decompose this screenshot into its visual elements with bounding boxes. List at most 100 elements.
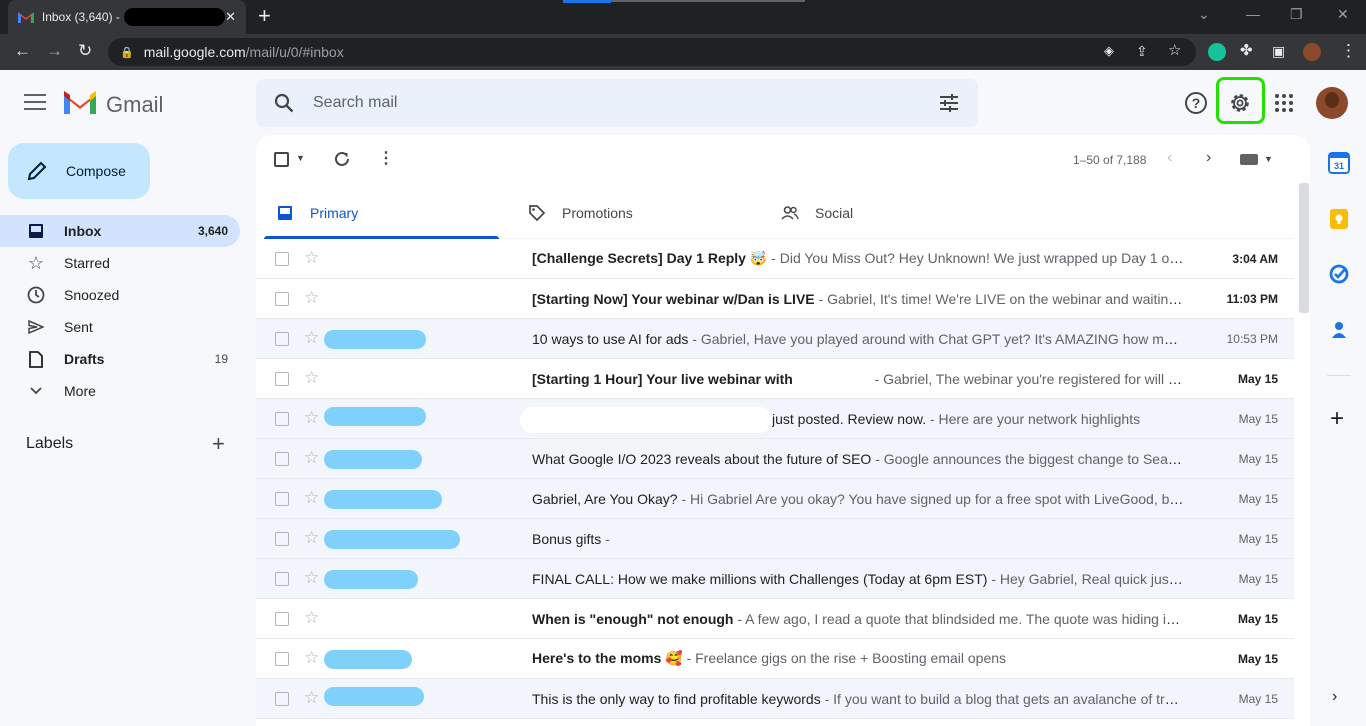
sidebar-item-snoozed[interactable]: Snoozed (0, 279, 240, 311)
gmail-logo-text[interactable]: Gmail (106, 92, 163, 118)
extensions-puzzle-icon[interactable]: ✤ (1240, 40, 1253, 62)
email-row[interactable]: ☆ Bonus gifts - May 15 (256, 519, 1294, 559)
sidebar-item-starred[interactable]: ☆ Starred (0, 247, 240, 279)
email-content[interactable]: 10 ways to use AI for ads - Gabriel, Hav… (532, 331, 1184, 347)
tab-search-icon[interactable]: ⌄ (1198, 6, 1210, 23)
bookmark-star-icon[interactable]: ☆ (1168, 40, 1181, 62)
sidebar-item-inbox[interactable]: Inbox 3,640 (0, 215, 240, 247)
sidebar-item-sent[interactable]: Sent (0, 311, 240, 343)
email-row[interactable]: ☆ When is "enough" not enough - A few ag… (256, 599, 1294, 639)
row-checkbox[interactable] (275, 651, 289, 666)
tab-primary[interactable]: Primary (264, 187, 499, 239)
profile-avatar[interactable] (1303, 43, 1321, 61)
calendar-icon[interactable]: 31 (1328, 152, 1350, 174)
row-checkbox[interactable] (275, 611, 289, 626)
select-all-checkbox[interactable] (274, 152, 289, 167)
get-addons-plus-icon[interactable]: + (1330, 407, 1344, 431)
grammarly-extension-icon[interactable] (1208, 43, 1226, 61)
star-icon[interactable]: ☆ (304, 289, 319, 307)
row-checkbox[interactable] (275, 371, 289, 386)
row-checkbox[interactable] (275, 691, 289, 706)
email-content[interactable]: [Starting Now] Your webinar w/Dan is LIV… (532, 291, 1184, 307)
main-menu-icon[interactable] (24, 94, 46, 112)
email-row[interactable]: ☆ This is the only way to find profitabl… (256, 679, 1294, 719)
sidebar-item-more[interactable]: More (0, 375, 240, 407)
star-icon[interactable]: ☆ (304, 369, 319, 387)
email-content[interactable]: [Challenge Secrets] Day 1 Reply 🤯 - Did … (532, 250, 1184, 267)
row-checkbox[interactable] (275, 331, 289, 346)
star-icon[interactable]: ☆ (304, 649, 319, 667)
row-checkbox[interactable] (275, 571, 289, 586)
email-content[interactable]: FINAL CALL: How we make millions with Ch… (532, 571, 1184, 587)
contacts-icon[interactable] (1328, 319, 1350, 341)
star-icon[interactable]: ☆ (304, 689, 319, 707)
window-close-icon[interactable]: ✕ (1337, 6, 1349, 23)
email-row[interactable]: ☆ Gabriel, Are You Okay? - Hi Gabriel Ar… (256, 479, 1294, 519)
account-avatar[interactable] (1316, 87, 1348, 119)
reload-icon[interactable]: ↻ (78, 40, 92, 62)
help-icon[interactable]: ? (1184, 91, 1208, 115)
row-checkbox[interactable] (275, 291, 289, 306)
gmail-logo-icon[interactable] (64, 90, 96, 116)
apps-icon[interactable] (1272, 91, 1296, 115)
refresh-icon[interactable] (333, 150, 351, 168)
share-icon[interactable]: ⇪ (1136, 40, 1148, 62)
forward-icon[interactable]: → (46, 40, 63, 62)
sidebar-item-drafts[interactable]: Drafts 19 (0, 343, 240, 375)
keep-icon[interactable] (1328, 208, 1350, 230)
email-content[interactable]: Gabriel, Are You Okay? - Hi Gabriel Are … (532, 491, 1184, 507)
row-checkbox[interactable] (275, 411, 289, 426)
tab-promotions[interactable]: Promotions (516, 187, 751, 239)
star-icon[interactable]: ☆ (304, 329, 319, 347)
older-page-icon[interactable]: ‹ (1167, 149, 1172, 167)
email-content[interactable]: When is "enough" not enough - A few ago,… (532, 611, 1184, 627)
star-icon[interactable]: ☆ (304, 489, 319, 507)
keyboard-icon[interactable] (1240, 154, 1258, 165)
star-icon[interactable]: ☆ (304, 249, 319, 267)
new-tab-button[interactable]: + (258, 4, 271, 28)
email-row[interactable]: ☆ What Google I/O 2023 reveals about the… (256, 439, 1294, 479)
email-row[interactable]: ☆ just posted. Review now. - Here are yo… (256, 399, 1294, 439)
back-icon[interactable]: ← (14, 40, 31, 62)
browser-tab-gmail[interactable]: Inbox (3,640) - ✕ (8, 0, 246, 34)
email-content[interactable]: [Starting 1 Hour] Your live webinar with… (532, 371, 1184, 387)
side-panel-chevron-right-icon[interactable]: › (1332, 688, 1337, 706)
restore-icon[interactable]: ❐ (1290, 6, 1303, 23)
newer-page-icon[interactable]: › (1206, 149, 1211, 167)
email-content[interactable]: just posted. Review now. - Here are your… (772, 411, 1184, 427)
row-checkbox[interactable] (275, 451, 289, 466)
side-panel-icon[interactable]: ▣ (1272, 40, 1285, 62)
email-row[interactable]: ☆ 10 ways to use AI for ads - Gabriel, H… (256, 319, 1294, 359)
view-icon[interactable]: ◈ (1104, 40, 1114, 62)
tab-social[interactable]: Social (769, 187, 1004, 239)
tasks-icon[interactable] (1328, 263, 1350, 285)
tab-close-icon[interactable]: ✕ (225, 9, 236, 25)
email-row[interactable]: ☆ Here's to the moms 🥰 - Freelance gigs … (256, 639, 1294, 679)
input-tools-dropdown-icon[interactable]: ▼ (1264, 154, 1273, 164)
search-icon[interactable] (274, 93, 294, 113)
star-icon[interactable]: ☆ (304, 449, 319, 467)
search-input[interactable]: Search mail (313, 94, 397, 112)
tune-icon[interactable] (938, 93, 960, 113)
create-label-plus-icon[interactable]: + (212, 432, 225, 456)
star-icon[interactable]: ☆ (304, 609, 319, 627)
more-vert-icon[interactable]: ⋮ (378, 150, 394, 168)
search-bar[interactable]: Search mail (256, 79, 978, 127)
row-checkbox[interactable] (275, 251, 289, 266)
browser-menu-icon[interactable]: ⋮ (1340, 40, 1357, 62)
email-row[interactable]: ☆ [Challenge Secrets] Day 1 Reply 🤯 - Di… (256, 239, 1294, 279)
email-row[interactable]: ☆ [Starting 1 Hour] Your live webinar wi… (256, 359, 1294, 399)
email-content[interactable]: What Google I/O 2023 reveals about the f… (532, 451, 1184, 467)
settings-icon[interactable] (1228, 91, 1252, 115)
star-icon[interactable]: ☆ (304, 529, 319, 547)
email-content[interactable]: Bonus gifts - (532, 531, 1184, 547)
email-content[interactable]: This is the only way to find profitable … (532, 691, 1184, 707)
minimize-icon[interactable]: — (1246, 6, 1260, 22)
scrollbar-thumb[interactable] (1299, 183, 1309, 313)
row-checkbox[interactable] (275, 491, 289, 506)
email-content[interactable]: Here's to the moms 🥰 - Freelance gigs on… (532, 650, 1184, 667)
compose-button[interactable]: Compose (8, 143, 150, 199)
star-icon[interactable]: ☆ (304, 409, 319, 427)
select-dropdown-icon[interactable]: ▼ (296, 153, 305, 163)
email-row[interactable]: ☆ [Starting Now] Your webinar w/Dan is L… (256, 279, 1294, 319)
